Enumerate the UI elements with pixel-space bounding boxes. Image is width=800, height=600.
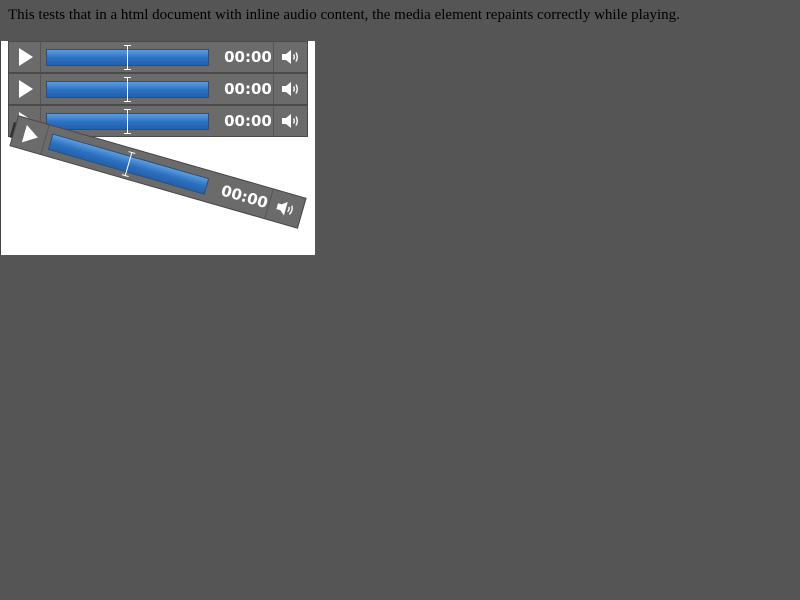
play-button[interactable] — [9, 74, 41, 104]
current-time: 00:00 — [224, 48, 272, 66]
play-button[interactable] — [9, 42, 41, 72]
test-description: This tests that in a html document with … — [8, 7, 680, 23]
speaker-icon — [281, 50, 298, 64]
timeline-slider[interactable] — [46, 45, 209, 70]
speaker-icon — [281, 82, 298, 96]
timeline-thumb[interactable] — [124, 77, 131, 102]
current-time: 00:00 — [224, 80, 272, 98]
timeline-thumb[interactable] — [124, 45, 131, 70]
play-icon — [21, 125, 41, 147]
play-icon — [19, 48, 33, 66]
timeline-slider[interactable] — [46, 109, 209, 134]
mute-button[interactable] — [273, 42, 307, 72]
timeline-thumb[interactable] — [124, 151, 133, 177]
mute-button[interactable] — [273, 106, 307, 136]
timeline-thumb[interactable] — [124, 109, 131, 134]
mute-button[interactable] — [273, 74, 307, 104]
audio-player-2: 00:00 — [8, 73, 308, 105]
play-icon — [19, 80, 33, 98]
audio-player-1: 00:00 — [8, 41, 308, 73]
speaker-icon — [281, 114, 298, 128]
current-time: 00:00 — [224, 112, 272, 130]
timeline-slider[interactable] — [46, 77, 209, 102]
speaker-icon — [275, 201, 293, 216]
